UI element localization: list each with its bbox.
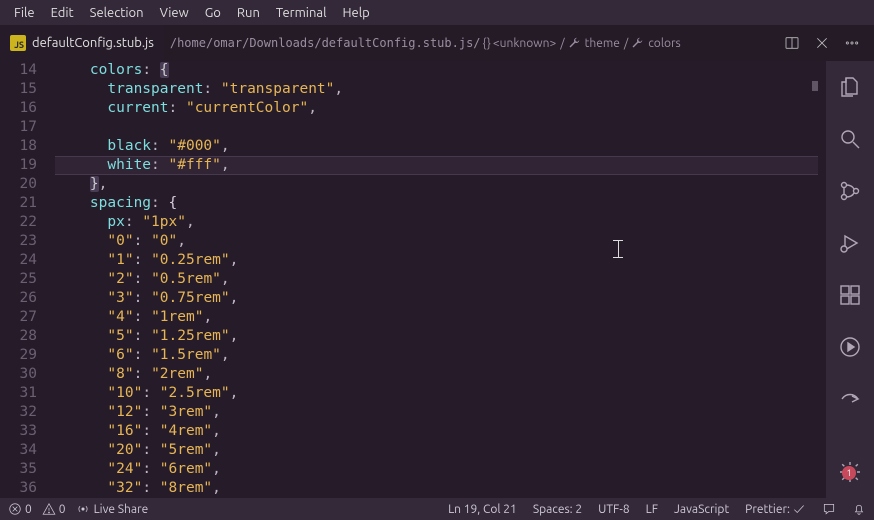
feedback-icon[interactable] [822,502,836,516]
code-line[interactable]: "16": "4rem", [55,422,826,441]
breadcrumb[interactable]: /home/omar/Downloads/defaultConfig.stub.… [164,25,683,61]
run-debug-icon[interactable] [838,231,862,255]
code-line[interactable]: white: "#fff", [55,156,826,175]
code-line[interactable]: "3": "0.75rem", [55,289,826,308]
language-mode[interactable]: JavaScript [674,503,729,516]
menu-terminal[interactable]: Terminal [268,3,335,23]
code-line[interactable]: }, [55,175,826,194]
extensions-icon[interactable] [838,283,862,307]
breadcrumb-bracket-icon: {} [483,37,491,50]
status-bar: 0 0 Live Share Ln 19, Col 21 Spaces: 2 U… [0,498,874,520]
split-editor-icon[interactable] [784,35,800,51]
tab-active[interactable]: JS defaultConfig.stub.js [0,25,164,61]
code-line[interactable]: "8": "2rem", [55,365,826,384]
files-icon[interactable] [838,75,862,99]
code-line[interactable] [55,118,826,137]
code-line[interactable]: current: "currentColor", [55,99,826,118]
breadcrumb-theme: theme [583,37,622,50]
breadcrumb-sep: / [558,37,566,50]
code-line[interactable]: black: "#000", [55,137,826,156]
menu-go[interactable]: Go [197,3,229,23]
code-line[interactable]: px: "1px", [55,213,826,232]
indentation[interactable]: Spaces: 2 [533,503,582,516]
broadcast-icon [76,502,90,516]
code-line[interactable]: "12": "3rem", [55,403,826,422]
code-line[interactable]: "5": "1.25rem", [55,327,826,346]
menubar: FileEditSelectionViewGoRunTerminalHelp [0,0,874,25]
code-line[interactable]: "10": "2.5rem", [55,384,826,403]
menu-run[interactable]: Run [229,3,268,23]
encoding[interactable]: UTF-8 [598,503,629,516]
check-icon [792,502,806,516]
search-icon[interactable] [838,127,862,151]
code-line[interactable]: "32": "8rem", [55,479,826,498]
breadcrumb-path: /home/omar/Downloads/defaultConfig.stub.… [168,36,483,50]
close-icon[interactable] [814,35,830,51]
code-line[interactable]: "6": "1.5rem", [55,346,826,365]
code-line[interactable]: "24": "6rem", [55,460,826,479]
live-share-button[interactable]: Live Share [76,502,149,516]
code-line[interactable]: colors: { [55,61,826,80]
tab-bar: JS defaultConfig.stub.js /home/omar/Down… [0,25,874,61]
code-editor[interactable]: 1415161718192021222324252627282930313233… [0,61,826,498]
wrench-icon [567,36,581,50]
warnings-count[interactable]: 0 [42,502,66,516]
code-line[interactable]: transparent: "transparent", [55,80,826,99]
menu-selection[interactable]: Selection [82,3,152,23]
bell-icon[interactable] [852,502,866,516]
line-number-gutter: 1415161718192021222324252627282930313233… [0,61,55,498]
code-line[interactable]: "0": "0", [55,232,826,251]
vertical-scrollbar[interactable] [818,61,826,498]
javascript-file-icon: JS [10,35,26,51]
warning-icon [42,502,56,516]
tab-filename: defaultConfig.stub.js [32,36,154,50]
code-line[interactable]: "4": "1rem", [55,308,826,327]
code-line[interactable]: "20": "5rem", [55,441,826,460]
error-icon [8,502,22,516]
prettier-status[interactable]: Prettier: [745,502,806,516]
settings-badge: 1 [842,466,856,480]
live-server-icon[interactable] [838,335,862,359]
breadcrumb-sep: / [622,37,630,50]
errors-count[interactable]: 0 [8,502,32,516]
wrench-icon [630,36,644,50]
code-line[interactable]: "2": "0.5rem", [55,270,826,289]
live-share-icon[interactable] [838,387,862,411]
breadcrumb-colors: colors [646,37,682,50]
menu-view[interactable]: View [152,3,197,23]
tab-actions [784,25,874,61]
menu-help[interactable]: Help [334,3,377,23]
source-control-icon[interactable] [838,179,862,203]
eol[interactable]: LF [646,503,658,516]
menu-file[interactable]: File [6,3,43,23]
more-icon[interactable] [844,35,860,51]
breadcrumb-unknown: <unknown> [491,37,558,50]
code-line[interactable]: "1": "0.25rem", [55,251,826,270]
code-line[interactable]: spacing: { [55,194,826,213]
activity-bar: 1 [826,61,874,498]
menu-edit[interactable]: Edit [43,3,82,23]
cursor-position[interactable]: Ln 19, Col 21 [448,503,517,516]
